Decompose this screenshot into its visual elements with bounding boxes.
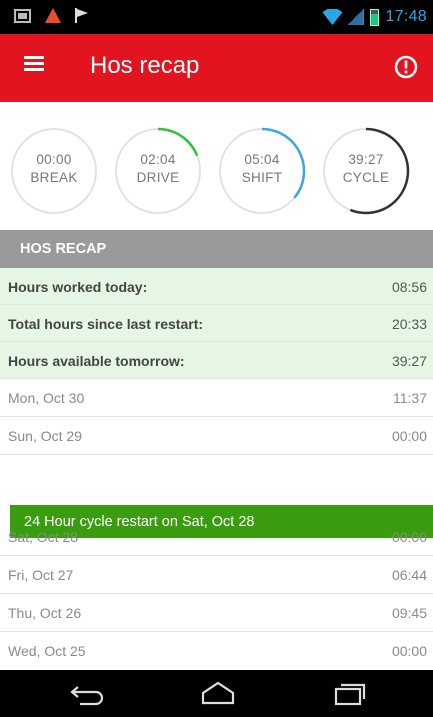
summary-row-hours-available: Hours available tomorrow: 39:27 — [0, 342, 433, 379]
cycle-label: CYCLE — [342, 170, 390, 185]
day-row[interactable]: Fri, Oct 27 06:44 — [0, 556, 433, 594]
shift-label: SHIFT — [241, 170, 283, 185]
home-icon[interactable] — [198, 679, 238, 707]
day-row[interactable]: Thu, Oct 26 09:45 — [0, 594, 433, 632]
day-label: Wed, Oct 25 — [8, 643, 86, 659]
message-icon — [14, 8, 31, 23]
day-value: 00:00 — [391, 428, 427, 444]
alert-icon[interactable] — [393, 54, 419, 80]
summary-label: Total hours since last restart: — [8, 316, 204, 332]
app-bar: Hos recap — [0, 34, 433, 102]
day-label: Fri, Oct 27 — [8, 567, 74, 583]
hos-gauges: 00:00 BREAK 02:04 DRIVE 05:04 SHIFT 39:2… — [0, 102, 433, 230]
day-value: 06:44 — [391, 567, 427, 583]
warning-icon — [45, 8, 61, 23]
day-value: 09:45 — [391, 605, 427, 621]
section-title: HOS RECAP — [20, 241, 107, 257]
cycle-time: 39:27 — [348, 152, 384, 167]
flag-icon — [75, 8, 89, 23]
cycle-gauge[interactable]: 39:27 CYCLE — [320, 125, 412, 217]
day-label: Mon, Oct 30 — [8, 390, 85, 406]
shift-gauge[interactable]: 05:04 SHIFT — [216, 125, 308, 217]
summary-value: 08:56 — [391, 279, 427, 295]
summary-row-total-hours: Total hours since last restart: 20:33 — [0, 305, 433, 342]
break-time: 00:00 — [36, 152, 72, 167]
summary-label: Hours available tomorrow: — [8, 353, 185, 369]
day-value: 00:00 — [391, 529, 427, 545]
day-label: Sun, Oct 29 — [8, 428, 82, 444]
day-value: 00:00 — [391, 643, 427, 659]
drive-label: DRIVE — [136, 170, 180, 185]
status-time: 17:48 — [385, 8, 427, 25]
summary-value: 39:27 — [391, 353, 427, 369]
day-row[interactable]: Sun, Oct 29 00:00 — [0, 417, 433, 455]
wifi-icon — [322, 9, 343, 25]
shift-time: 05:04 — [244, 152, 280, 167]
recent-apps-icon[interactable] — [330, 679, 370, 707]
section-header: HOS RECAP — [0, 230, 433, 268]
drive-gauge[interactable]: 02:04 DRIVE — [112, 125, 204, 217]
break-label: BREAK — [30, 170, 78, 185]
status-notifications — [14, 8, 89, 23]
day-row[interactable]: Sat, Oct 28 00:00 — [0, 518, 433, 556]
system-nav-bar — [0, 670, 433, 717]
page-title: Hos recap — [90, 52, 200, 79]
drive-time: 02:04 — [140, 152, 176, 167]
summary-row-hours-worked: Hours worked today: 08:56 — [0, 268, 433, 305]
day-label: Thu, Oct 26 — [8, 605, 82, 621]
summary-label: Hours worked today: — [8, 279, 148, 295]
status-system: 17:48 — [322, 8, 427, 26]
day-row[interactable]: Mon, Oct 30 11:37 — [0, 379, 433, 417]
signal-icon — [348, 9, 365, 25]
summary-value: 20:33 — [391, 316, 427, 332]
day-row[interactable]: Wed, Oct 25 00:00 — [0, 632, 433, 670]
day-value: 11:37 — [393, 390, 427, 406]
status-bar: 17:48 — [0, 0, 433, 34]
break-gauge[interactable]: 00:00 BREAK — [8, 125, 100, 217]
battery-icon — [370, 8, 380, 26]
day-label: Sat, Oct 28 — [8, 529, 79, 545]
menu-icon[interactable] — [24, 56, 44, 72]
back-icon[interactable] — [68, 679, 108, 707]
